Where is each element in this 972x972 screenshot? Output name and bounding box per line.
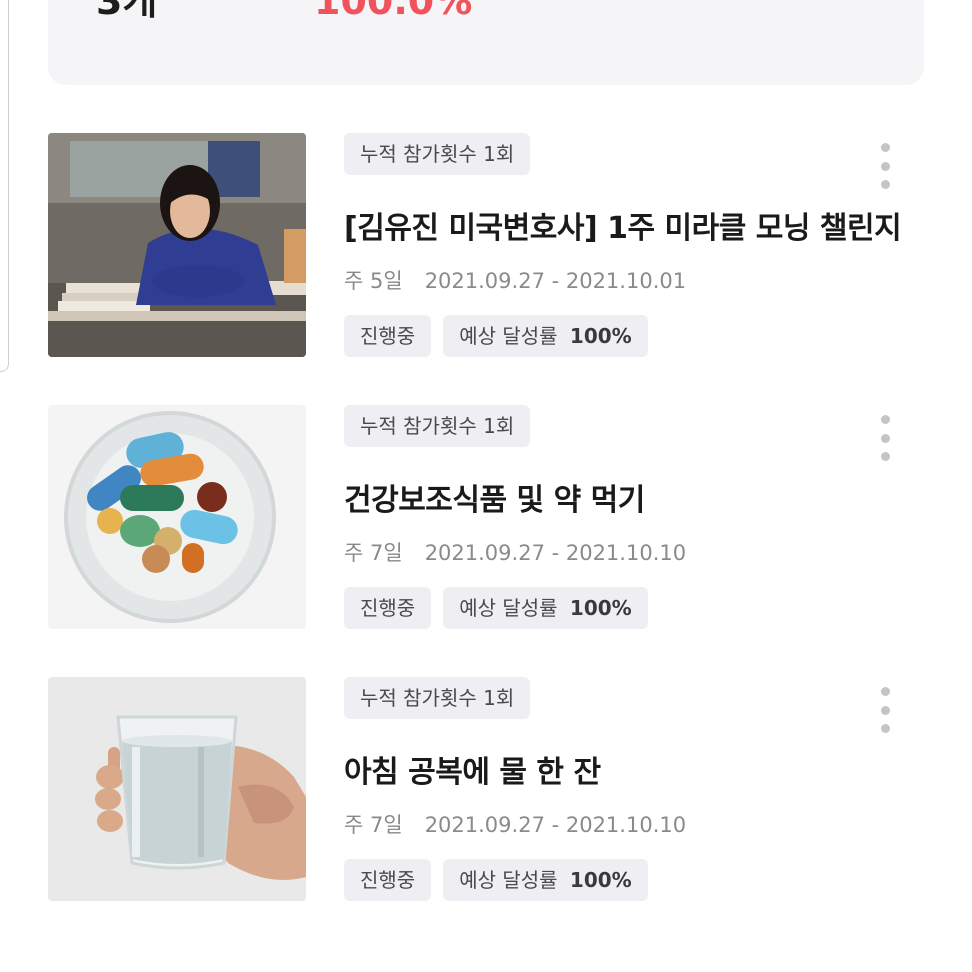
date-range: 2021.09.27 - 2021.10.01 xyxy=(424,269,687,293)
status-badges: 진행중 예상 달성률 100% xyxy=(344,315,648,357)
status-badge: 진행중 xyxy=(344,315,432,357)
challenge-period: 주 7일 2021.09.27 - 2021.10.10 xyxy=(344,537,686,567)
frequency-text: 주 5일 xyxy=(344,269,403,293)
status-badge: 진행중 xyxy=(344,859,432,901)
challenge-thumbnail[interactable] xyxy=(48,405,306,629)
challenge-title[interactable]: 아침 공복에 물 한 잔 xyxy=(344,747,601,791)
challenge-title[interactable]: [김유진 미국변호사] 1주 미라클 모닝 챌린지 xyxy=(344,203,902,247)
more-vertical-icon[interactable] xyxy=(872,143,898,189)
summary-count: 3개 xyxy=(96,0,158,23)
expected-rate-badge: 예상 달성률 100% xyxy=(443,587,648,629)
expected-rate-label: 예상 달성률 xyxy=(459,868,558,892)
participation-tag: 누적 참가횟수 1회 xyxy=(344,133,531,175)
challenge-item[interactable]: 누적 참가횟수 1회 [김유진 미국변호사] 1주 미라클 모닝 챌린지 주 5… xyxy=(0,133,972,358)
challenge-thumbnail[interactable] xyxy=(48,133,306,357)
participation-tag: 누적 참가횟수 1회 xyxy=(344,405,531,447)
frequency-text: 주 7일 xyxy=(344,541,403,565)
date-range: 2021.09.27 - 2021.10.10 xyxy=(424,541,687,565)
expected-rate-badge: 예상 달성률 100% xyxy=(443,859,648,901)
expected-rate-label: 예상 달성률 xyxy=(459,596,558,620)
frequency-text: 주 7일 xyxy=(344,813,403,837)
summary-rate: 100.0% xyxy=(314,0,473,23)
expected-rate-label: 예상 달성률 xyxy=(459,324,558,348)
expected-rate-badge: 예상 달성률 100% xyxy=(443,315,648,357)
participation-tag: 누적 참가횟수 1회 xyxy=(344,677,531,719)
expected-rate-value: 100% xyxy=(569,868,632,892)
summary-card: 3개 100.0% xyxy=(48,0,924,85)
more-vertical-icon[interactable] xyxy=(872,415,898,461)
more-vertical-icon[interactable] xyxy=(872,687,898,733)
challenge-title[interactable]: 건강보조식품 및 약 먹기 xyxy=(344,475,645,519)
date-range: 2021.09.27 - 2021.10.10 xyxy=(424,813,687,837)
expected-rate-value: 100% xyxy=(569,596,632,620)
status-badges: 진행중 예상 달성률 100% xyxy=(344,587,648,629)
challenge-thumbnail[interactable] xyxy=(48,677,306,901)
challenge-item[interactable]: 누적 참가횟수 1회 건강보조식품 및 약 먹기 주 7일 2021.09.27 … xyxy=(0,405,972,630)
status-badge: 진행중 xyxy=(344,587,432,629)
status-badges: 진행중 예상 달성률 100% xyxy=(344,859,648,901)
challenge-period: 주 7일 2021.09.27 - 2021.10.10 xyxy=(344,809,686,839)
expected-rate-value: 100% xyxy=(569,324,632,348)
challenge-item[interactable]: 누적 참가횟수 1회 아침 공복에 물 한 잔 주 7일 2021.09.27 -… xyxy=(0,677,972,902)
challenge-period: 주 5일 2021.09.27 - 2021.10.01 xyxy=(344,265,686,295)
